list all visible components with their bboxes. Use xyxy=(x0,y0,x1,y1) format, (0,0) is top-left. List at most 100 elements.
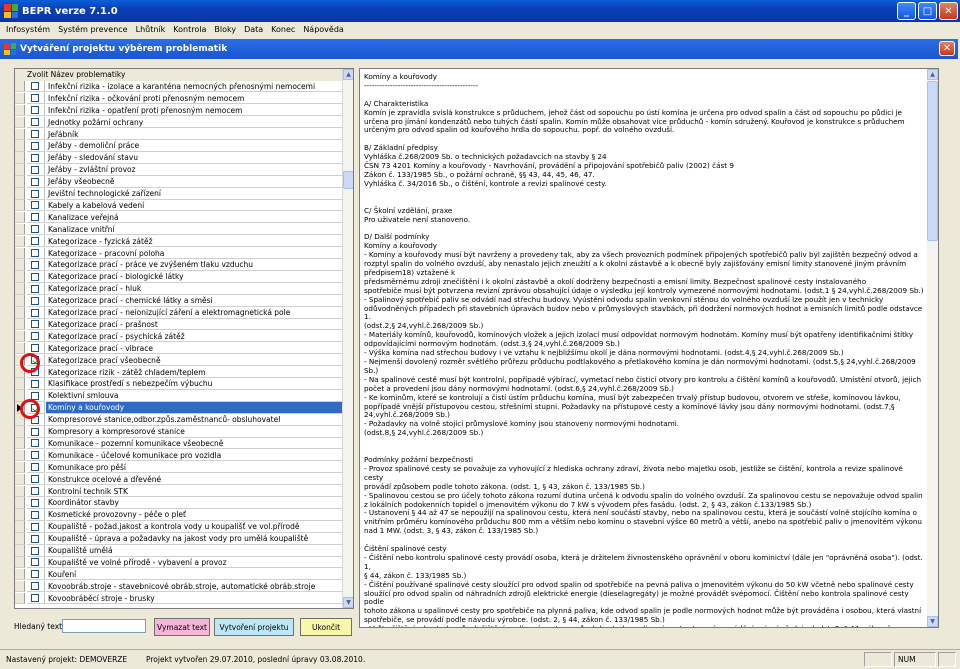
row-checkbox[interactable] xyxy=(31,487,39,495)
row-checkbox[interactable] xyxy=(31,82,39,91)
row-checkbox[interactable] xyxy=(31,213,39,222)
row-indicator[interactable] xyxy=(15,378,25,390)
create-project-button[interactable]: Vytvoření projektu xyxy=(214,618,294,636)
table-row[interactable]: Komunikace - pozemní komunikace všeobecn… xyxy=(15,437,345,450)
menu-kontrola[interactable]: Kontrola xyxy=(169,25,210,34)
table-row[interactable]: Koordinátor stavby xyxy=(15,497,345,509)
table-row[interactable]: Kovoobráběcí stroje - brusky xyxy=(15,592,345,605)
row-indicator[interactable] xyxy=(15,318,25,331)
table-row[interactable]: Kategorizace prací - psychická zátěž xyxy=(15,330,345,343)
table-row[interactable]: Kategorizace prací - vibrace xyxy=(15,342,345,355)
row-indicator[interactable] xyxy=(15,116,25,129)
row-checkbox[interactable] xyxy=(31,451,39,460)
row-indicator[interactable] xyxy=(15,437,25,450)
table-row[interactable]: Komunikace pro pěší xyxy=(15,461,345,474)
table-row[interactable]: Kolektivní smlouva xyxy=(15,390,345,402)
row-checkbox[interactable] xyxy=(31,118,39,127)
row-indicator[interactable] xyxy=(15,283,25,295)
menu-lhutnik[interactable]: Lhůtník xyxy=(132,25,170,34)
table-row[interactable]: Kategorizace prací všeobecně xyxy=(15,354,345,367)
row-indicator[interactable] xyxy=(15,92,25,105)
table-row[interactable]: Kompresory a kompresorové stanice xyxy=(15,426,345,438)
dialog-close-button[interactable]: ✕ xyxy=(939,41,955,56)
row-indicator[interactable] xyxy=(15,521,25,533)
row-indicator[interactable] xyxy=(15,461,25,474)
table-row[interactable]: Kouření xyxy=(15,568,345,581)
table-row[interactable]: Kategorizace rizik - zátěž chladem/teple… xyxy=(15,366,345,378)
minimize-button[interactable]: _ xyxy=(897,2,916,20)
row-checkbox[interactable] xyxy=(31,177,39,186)
row-checkbox[interactable] xyxy=(31,260,39,269)
row-indicator[interactable] xyxy=(15,580,25,593)
row-indicator[interactable] xyxy=(15,533,25,545)
row-checkbox[interactable] xyxy=(31,165,39,174)
table-row[interactable]: Koupaliště umělá xyxy=(15,545,345,557)
row-indicator[interactable] xyxy=(15,449,25,462)
row-checkbox[interactable] xyxy=(31,546,39,555)
table-row[interactable]: Infekční rizika - opatření proti přenosn… xyxy=(15,104,345,117)
row-checkbox[interactable] xyxy=(31,189,39,198)
row-checkbox[interactable] xyxy=(31,439,39,448)
row-checkbox[interactable] xyxy=(31,272,39,281)
menu-napoveda[interactable]: Nápověda xyxy=(299,25,348,34)
row-indicator[interactable] xyxy=(15,307,25,319)
row-indicator[interactable] xyxy=(15,295,25,307)
table-row[interactable]: Kategorizace prací - biologické látky xyxy=(15,271,345,283)
scroll-down-icon[interactable]: ▼ xyxy=(927,616,938,627)
table-row[interactable]: Kategorizace prací - práce ve zvýšeném t… xyxy=(15,259,345,271)
row-checkbox[interactable] xyxy=(31,94,39,103)
table-row[interactable]: Kategorizace prací - hluk xyxy=(15,283,345,295)
row-checkbox[interactable] xyxy=(31,379,39,388)
row-checkbox[interactable] xyxy=(31,284,39,293)
row-checkbox[interactable] xyxy=(31,463,39,472)
table-row[interactable]: Jeřáby - sledování stavu xyxy=(15,152,345,164)
table-row[interactable]: Kategorizace prací - chemické látky a sm… xyxy=(15,295,345,307)
row-indicator[interactable] xyxy=(15,485,25,497)
row-indicator[interactable] xyxy=(15,509,25,521)
row-indicator[interactable] xyxy=(15,176,25,188)
row-indicator[interactable] xyxy=(15,556,25,569)
table-row[interactable]: Kabely a kabelová vedení xyxy=(15,199,345,212)
row-indicator[interactable] xyxy=(15,259,25,271)
row-checkbox[interactable] xyxy=(31,594,39,603)
table-row[interactable]: Konstrukce ocelové a dřevěné xyxy=(15,473,345,486)
table-row[interactable]: Jeřáby - demoliční práce xyxy=(15,140,345,152)
table-row[interactable]: Koupaliště - požad.jakost a kontrola vod… xyxy=(15,521,345,533)
menu-system-prevence[interactable]: Systém prevence xyxy=(54,25,132,34)
close-button[interactable]: ✕ xyxy=(939,2,958,20)
row-checkbox[interactable] xyxy=(31,558,39,567)
row-checkbox[interactable] xyxy=(31,498,39,507)
table-row[interactable]: Kategorizace - fyzická zátěž xyxy=(15,235,345,248)
row-checkbox[interactable] xyxy=(31,249,39,257)
row-checkbox[interactable] xyxy=(31,534,39,543)
row-indicator[interactable] xyxy=(15,473,25,486)
row-checkbox[interactable] xyxy=(31,130,39,138)
row-indicator[interactable] xyxy=(15,104,25,117)
row-checkbox[interactable] xyxy=(31,570,39,579)
row-indicator[interactable] xyxy=(15,211,25,224)
row-checkbox[interactable] xyxy=(31,106,39,115)
row-indicator[interactable] xyxy=(15,199,25,212)
row-checkbox[interactable] xyxy=(31,427,39,436)
maximize-button[interactable]: □ xyxy=(918,2,937,20)
end-button[interactable]: Ukončit xyxy=(300,618,352,636)
row-indicator[interactable] xyxy=(15,545,25,557)
table-row[interactable]: Kontrolní technik STK xyxy=(15,485,345,497)
row-checkbox[interactable] xyxy=(31,237,39,246)
table-row[interactable]: Kompresorové stanice,odbor.způs.zaměstna… xyxy=(15,414,345,426)
row-indicator[interactable] xyxy=(15,592,25,605)
table-row[interactable]: Jeřáby - zvláštní provoz xyxy=(15,164,345,176)
row-checkbox[interactable] xyxy=(31,320,39,329)
scroll-up-icon[interactable]: ▲ xyxy=(343,69,353,80)
row-checkbox[interactable] xyxy=(31,201,39,210)
row-checkbox[interactable] xyxy=(31,308,39,317)
table-row[interactable]: Kanalizace vnitřní xyxy=(15,223,345,236)
clear-text-button[interactable]: Vymazat text xyxy=(154,618,210,636)
row-checkbox[interactable] xyxy=(31,141,39,150)
table-row[interactable]: Klasifikace prostředí s nebezpečím výbuc… xyxy=(15,378,345,390)
table-row[interactable]: Kategorizace prací - prašnost xyxy=(15,318,345,331)
row-indicator[interactable] xyxy=(15,188,25,200)
row-indicator[interactable] xyxy=(15,568,25,581)
table-row[interactable]: Kanalizace veřejná xyxy=(15,211,345,224)
table-row[interactable]: Jevištní technologické zařízení xyxy=(15,188,345,200)
